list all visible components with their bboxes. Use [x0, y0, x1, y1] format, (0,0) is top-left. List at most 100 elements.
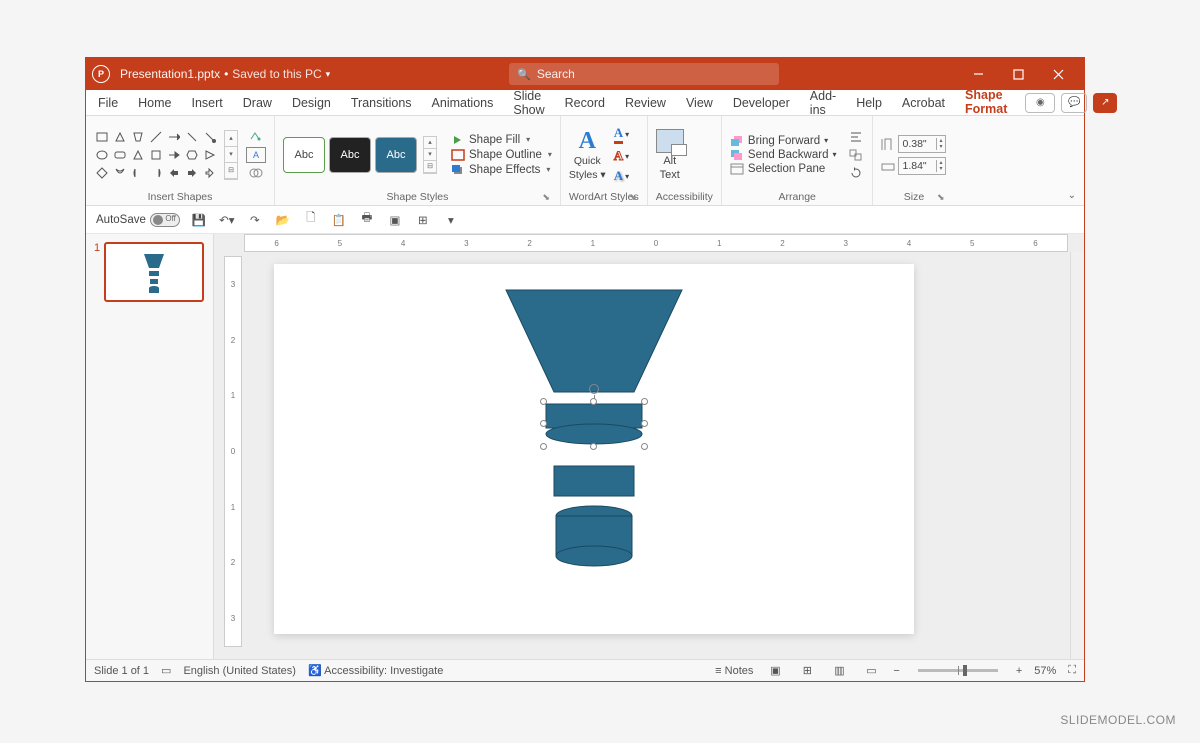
shape-fill-button[interactable]: Shape Fill▾: [451, 134, 552, 146]
thumbnails-panel[interactable]: 1: [86, 234, 214, 659]
shape-effects-button[interactable]: Shape Effects▾: [451, 164, 552, 176]
slide-editor[interactable]: 6543210123456 3210123: [214, 234, 1084, 659]
sorter-view-icon[interactable]: ⊞: [797, 663, 817, 679]
shape-style-gallery[interactable]: Abc Abc Abc: [283, 137, 417, 173]
app-window: P Presentation1.pptx • Saved to this PC …: [85, 57, 1085, 682]
reading-view-icon[interactable]: ▥: [829, 663, 849, 679]
funnel-top-shape[interactable]: [506, 290, 682, 392]
text-fill-button[interactable]: A▾: [614, 125, 629, 144]
tab-transitions[interactable]: Transitions: [349, 92, 414, 114]
edit-shape-icon[interactable]: [246, 129, 266, 145]
bring-forward-button[interactable]: Bring Forward ▾: [730, 135, 837, 147]
funnel-mid-shape[interactable]: [554, 466, 634, 496]
shape-styles-launcher[interactable]: ⬊: [542, 192, 550, 203]
zoom-level[interactable]: 57%: [1034, 665, 1056, 677]
tab-acrobat[interactable]: Acrobat: [900, 92, 947, 114]
tab-view[interactable]: View: [684, 92, 715, 114]
file-name[interactable]: Presentation1.pptx: [120, 67, 220, 81]
language-indicator[interactable]: English (United States): [183, 665, 296, 677]
tab-file[interactable]: File: [96, 92, 120, 114]
qat-more-icon[interactable]: ▾: [442, 211, 460, 229]
text-box-icon[interactable]: A: [246, 147, 266, 163]
ribbon-collapse-icon[interactable]: ⌄: [1068, 190, 1076, 201]
autosave-label: AutoSave: [96, 214, 146, 226]
alt-text-button[interactable]: Alt Text: [656, 129, 684, 181]
height-input[interactable]: 0.38"▴▾: [898, 135, 946, 153]
vertical-ruler: 3210123: [224, 256, 242, 647]
rotate-handle-icon[interactable]: [589, 384, 599, 394]
size-launcher[interactable]: ⬊: [937, 192, 945, 203]
width-input[interactable]: 1.84"▴▾: [898, 157, 946, 175]
rotate-button[interactable]: [848, 166, 864, 180]
normal-view-icon[interactable]: ▣: [765, 663, 785, 679]
accessibility-label: Accessibility: [656, 191, 713, 203]
slide-indicator[interactable]: Slide 1 of 1: [94, 665, 149, 677]
redo-icon[interactable]: ↷: [246, 211, 264, 229]
insert-shapes-label: Insert Shapes: [148, 191, 213, 203]
tab-help[interactable]: Help: [854, 92, 884, 114]
save-icon[interactable]: 💾: [190, 211, 208, 229]
tab-insert[interactable]: Insert: [190, 92, 225, 114]
ribbon-tabs: File Home Insert Draw Design Transitions…: [86, 90, 1084, 116]
text-effects-button[interactable]: A▾: [614, 168, 629, 184]
group-arrange: Bring Forward ▾ Send Backward ▾ Selectio…: [722, 116, 874, 205]
tab-record[interactable]: Record: [563, 92, 607, 114]
book-icon[interactable]: ▭: [161, 664, 171, 677]
slide-canvas[interactable]: [274, 264, 914, 634]
group-wordart: A Quick Styles ▾ A▾ A▾ A▾ WordArt Styles…: [561, 116, 648, 205]
quick-styles-button[interactable]: A Quick Styles ▾: [569, 129, 606, 181]
send-backward-button[interactable]: Send Backward ▾: [730, 149, 837, 161]
zoom-slider[interactable]: [918, 669, 998, 672]
zoom-in-button[interactable]: +: [1016, 665, 1022, 677]
merge-shapes-icon[interactable]: [246, 165, 266, 181]
camera-button[interactable]: ◉: [1025, 93, 1055, 113]
shape-outline-button[interactable]: Shape Outline▾: [451, 149, 552, 161]
tab-animations[interactable]: Animations: [430, 92, 496, 114]
group-shape-styles: Abc Abc Abc ▴▾⊟ Shape Fill▾ Shape Outlin…: [275, 116, 561, 205]
close-button[interactable]: [1038, 58, 1078, 90]
text-outline-button[interactable]: A▾: [614, 148, 629, 164]
group-button[interactable]: [848, 148, 864, 162]
style-swatch-1[interactable]: Abc: [283, 137, 325, 173]
align-button[interactable]: [848, 130, 864, 144]
style-swatch-2[interactable]: Abc: [329, 137, 371, 173]
vertical-scrollbar[interactable]: [1070, 252, 1084, 659]
tab-home[interactable]: Home: [136, 92, 173, 114]
style-swatch-3[interactable]: Abc: [375, 137, 417, 173]
group-accessibility: Alt Text Accessibility: [648, 116, 722, 205]
chevron-down-icon[interactable]: ▾: [326, 69, 331, 80]
style-gallery-more[interactable]: ▴▾⊟: [423, 136, 437, 174]
search-input[interactable]: [537, 67, 771, 81]
present-icon[interactable]: ▣: [386, 211, 404, 229]
fit-to-window-icon[interactable]: ⛶: [1068, 664, 1076, 677]
new-icon[interactable]: 🗋: [302, 211, 320, 229]
tab-draw[interactable]: Draw: [241, 92, 274, 114]
selection-pane-button[interactable]: Selection Pane: [730, 163, 837, 175]
undo-icon[interactable]: ↶▾: [218, 211, 236, 229]
slideshow-view-icon[interactable]: ▭: [861, 663, 881, 679]
tab-developer[interactable]: Developer: [731, 92, 792, 114]
status-bar: Slide 1 of 1 ▭ English (United States) ♿…: [86, 659, 1084, 681]
shapes-gallery[interactable]: [94, 129, 218, 181]
accessibility-indicator[interactable]: ♿ Accessibility: Investigate: [308, 664, 443, 677]
slide-thumbnail-1[interactable]: [104, 242, 204, 302]
thumbnail-shape-icon: [142, 252, 166, 296]
selection-handles[interactable]: [544, 402, 644, 446]
tab-review[interactable]: Review: [623, 92, 668, 114]
layout-icon[interactable]: ⊞: [414, 211, 432, 229]
comments-button[interactable]: 💬: [1061, 93, 1087, 113]
wordart-launcher[interactable]: ⬊: [629, 192, 637, 203]
paste-icon[interactable]: 📋: [330, 211, 348, 229]
open-icon[interactable]: 📂: [274, 211, 292, 229]
notes-button[interactable]: ≡ Notes: [715, 665, 753, 677]
funnel-cylinder-shape[interactable]: [556, 506, 632, 566]
zoom-out-button[interactable]: −: [893, 665, 899, 677]
save-status[interactable]: Saved to this PC: [232, 67, 321, 81]
search-box[interactable]: 🔍: [509, 63, 779, 85]
tab-design[interactable]: Design: [290, 92, 333, 114]
group-insert-shapes: ▴▾⊟ A Insert Shapes: [86, 116, 275, 205]
share-button[interactable]: ↗: [1093, 93, 1117, 113]
autosave-toggle[interactable]: Off: [150, 213, 180, 227]
shapes-gallery-more[interactable]: ▴▾⊟: [224, 130, 238, 180]
print-icon[interactable]: 🖶: [358, 211, 376, 229]
